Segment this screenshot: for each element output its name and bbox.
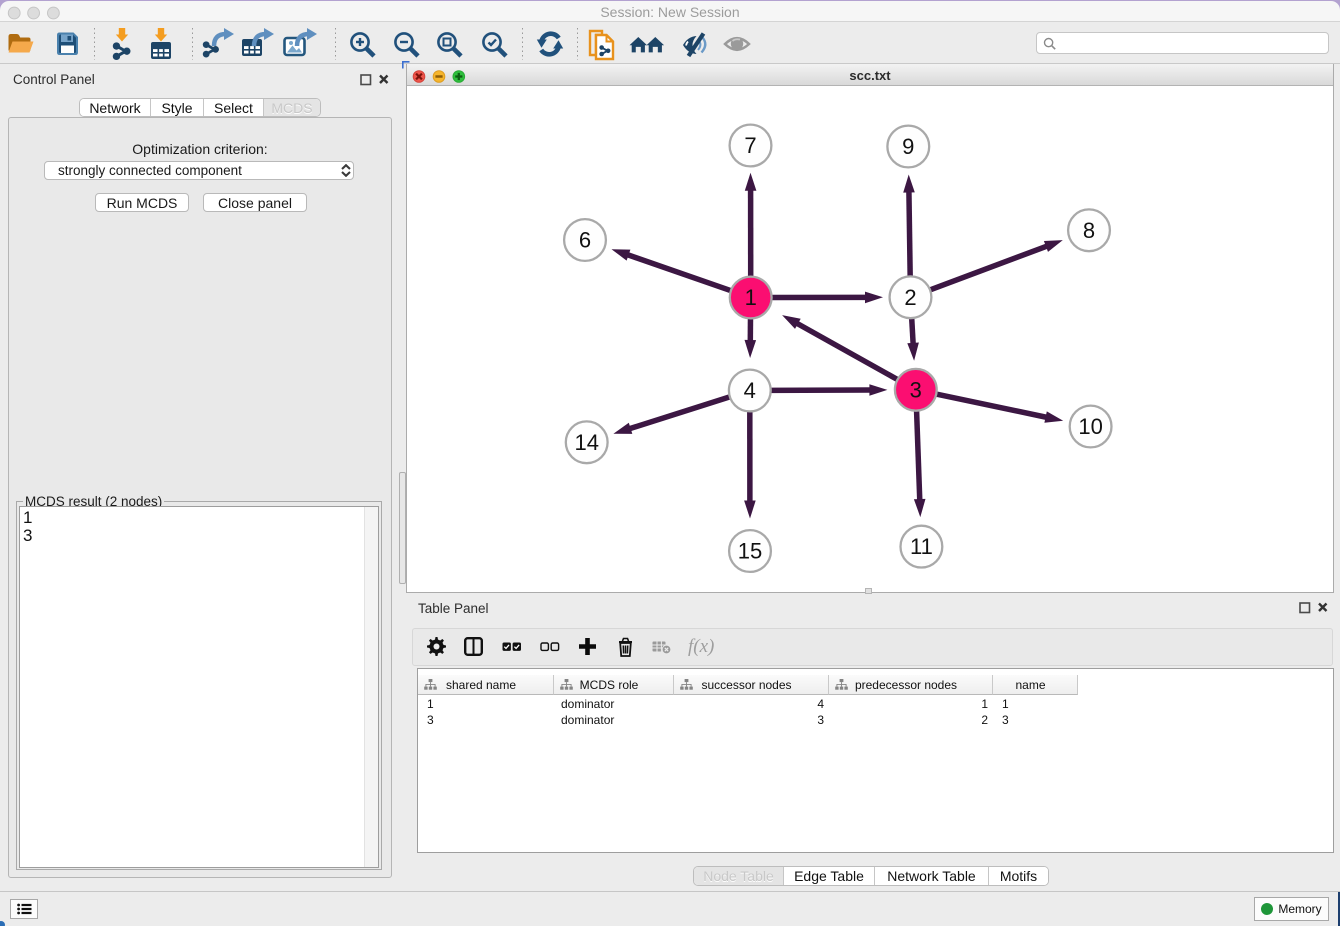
svg-text:14: 14: [574, 430, 598, 455]
svg-text:2: 2: [904, 285, 916, 310]
svg-text:7: 7: [744, 133, 756, 158]
svg-text:6: 6: [579, 228, 591, 253]
svg-text:3: 3: [910, 377, 922, 402]
svg-text:15: 15: [738, 539, 762, 564]
svg-text:4: 4: [744, 378, 756, 403]
svg-text:1: 1: [745, 285, 757, 310]
svg-text:8: 8: [1083, 218, 1095, 243]
svg-text:9: 9: [902, 134, 914, 159]
svg-text:10: 10: [1078, 414, 1102, 439]
svg-text:11: 11: [910, 534, 933, 559]
